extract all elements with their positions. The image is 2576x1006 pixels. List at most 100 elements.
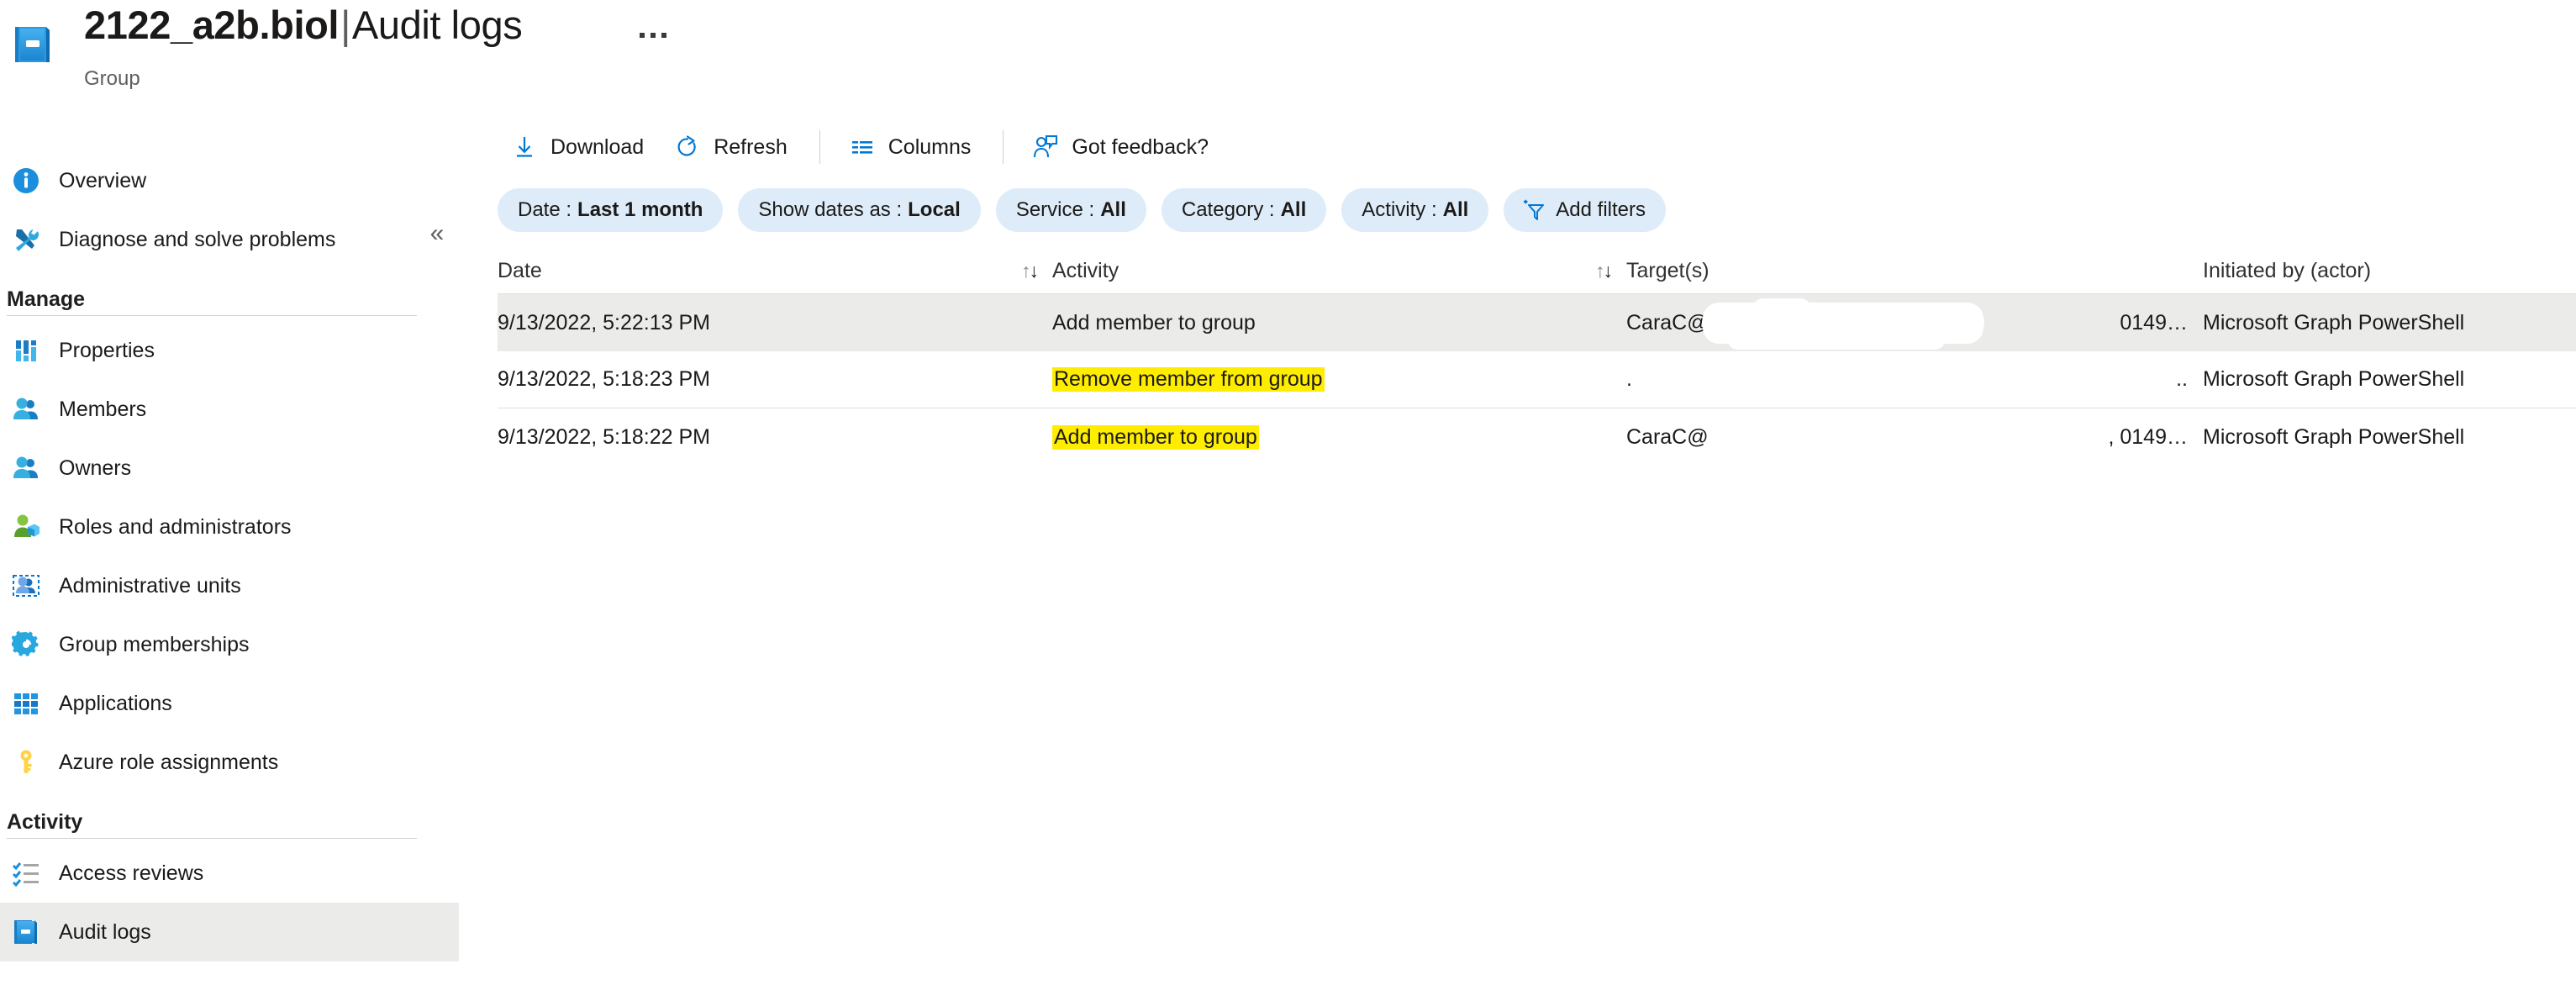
- sidebar-item-label: Group memberships: [59, 632, 250, 656]
- properties-icon: [7, 331, 45, 370]
- sidebar-item-label: Access reviews: [59, 861, 204, 885]
- access-reviews-icon: [7, 854, 45, 893]
- cell-activity: Add member to group: [1052, 310, 1256, 334]
- sidebar-section-activity: Activity: [7, 810, 83, 834]
- audit-logs-table: Date ↑↓ Activity ↑↓ Target(s) Initiated …: [498, 249, 2576, 466]
- toolbar-divider: [819, 130, 820, 164]
- cell-date: 9/13/2022, 5:18:22 PM: [498, 424, 710, 449]
- wrench-screwdriver-icon: [7, 220, 45, 259]
- columns-icon: [847, 132, 877, 162]
- more-options-button[interactable]: [632, 18, 674, 52]
- add-filters-button[interactable]: Add filters: [1504, 188, 1666, 232]
- owners-icon: [7, 449, 45, 487]
- sidebar-item-members[interactable]: Members: [0, 380, 459, 439]
- main-content: Download Refresh Columns Got feedback? D…: [459, 101, 2576, 1006]
- filter-pill-value: Last 1 month: [577, 198, 703, 221]
- applications-grid-icon: [7, 684, 45, 723]
- cell-targets: CaraC@ , 0149…: [1626, 425, 2203, 450]
- sort-arrow-up: ↑: [1595, 260, 1604, 282]
- add-filters-label: Add filters: [1556, 198, 1646, 221]
- filter-pill-key: Activity :: [1362, 198, 1437, 221]
- sidebar-item-owners[interactable]: Owners: [0, 439, 459, 498]
- cell-target-left: .: [1626, 367, 1632, 391]
- column-header-label: Initiated by (actor): [2203, 259, 2372, 282]
- cell-targets: . ..: [1626, 367, 2203, 392]
- group-book-icon: [12, 24, 52, 66]
- cell-initiated-by: Microsoft Graph PowerShell: [2203, 424, 2465, 449]
- columns-button[interactable]: Columns: [835, 124, 983, 171]
- cell-activity: Add member to group: [1052, 424, 1626, 450]
- sidebar-item-label: Properties: [59, 338, 155, 362]
- sort-icon[interactable]: ↑↓: [1021, 260, 1039, 282]
- ellipsis-dot: [640, 33, 645, 38]
- sidebar-item-audit-logs[interactable]: Audit logs: [0, 903, 459, 961]
- cell-target-left: CaraC@: [1626, 424, 1709, 449]
- cell-date: 9/13/2022, 5:18:23 PM: [498, 367, 710, 391]
- filter-pill-category[interactable]: Category : All: [1161, 188, 1327, 232]
- filter-pill-key: Show dates as :: [758, 198, 903, 221]
- page-subtitle: Group: [84, 67, 140, 90]
- column-header-date[interactable]: Date ↑↓: [498, 259, 1052, 283]
- filter-pill-value: All: [1280, 198, 1307, 221]
- sidebar: « Overview Diagnose and solve problems M…: [0, 101, 459, 1006]
- toolbar: Download Refresh Columns Got feedback?: [498, 121, 1225, 173]
- refresh-icon: [672, 132, 703, 162]
- column-header-label: Activity: [1052, 259, 1119, 282]
- download-button[interactable]: Download: [498, 124, 656, 171]
- audit-logs-book-icon: [7, 913, 45, 951]
- filter-pill-activity[interactable]: Activity : All: [1341, 188, 1489, 232]
- page-title: 2122_a2b.biol|Audit logs: [84, 2, 523, 48]
- column-header-label: Target(s): [1626, 259, 1709, 282]
- column-header-targets[interactable]: Target(s): [1626, 259, 2203, 283]
- cell-initiated-by: Microsoft Graph PowerShell: [2203, 367, 2465, 391]
- ellipsis-dot: [661, 33, 666, 38]
- ellipsis-dot: [651, 33, 656, 38]
- sidebar-item-applications[interactable]: Applications: [0, 674, 459, 733]
- key-icon: [7, 743, 45, 782]
- sidebar-item-diagnose-and-solve-problems[interactable]: Diagnose and solve problems: [0, 210, 459, 269]
- sidebar-item-label: Members: [59, 397, 147, 421]
- filter-pill-service[interactable]: Service : All: [995, 188, 1146, 232]
- administrative-units-icon: [7, 566, 45, 605]
- cell-activity-highlighted: Remove member from group: [1052, 367, 1325, 392]
- page-title-separator: |: [340, 3, 350, 47]
- sort-icon[interactable]: ↑↓: [1595, 260, 1613, 282]
- sidebar-item-label: Applications: [59, 691, 172, 715]
- sidebar-item-azure-role-assignments[interactable]: Azure role assignments: [0, 733, 459, 792]
- table-row[interactable]: 9/13/2022, 5:18:23 PM Remove member from…: [498, 351, 2576, 408]
- sidebar-divider: [7, 838, 417, 839]
- filter-bar: Date : Last 1 month Show dates as : Loca…: [498, 188, 1681, 232]
- cell-target-right: ..: [2176, 367, 2188, 391]
- sidebar-item-properties[interactable]: Properties: [0, 321, 459, 380]
- page-header: 2122_a2b.biol|Audit logs Group: [0, 0, 2576, 101]
- refresh-button[interactable]: Refresh: [661, 124, 799, 171]
- sidebar-divider: [7, 315, 417, 316]
- column-header-activity[interactable]: Activity ↑↓: [1052, 259, 1626, 283]
- sidebar-item-administrative-units[interactable]: Administrative units: [0, 556, 459, 615]
- page-title-rest: Audit logs: [351, 3, 523, 47]
- page-title-main: 2122_a2b.biol: [84, 3, 340, 47]
- sidebar-item-access-reviews[interactable]: Access reviews: [0, 844, 459, 903]
- column-header-initiated-by[interactable]: Initiated by (actor): [2203, 259, 2576, 283]
- feedback-person-icon: [1030, 132, 1061, 162]
- cell-activity-highlighted: Add member to group: [1052, 424, 1259, 450]
- filter-pill-key: Date :: [518, 198, 572, 221]
- sidebar-item-label: Audit logs: [59, 919, 151, 944]
- filter-pill-value: All: [1442, 198, 1469, 221]
- sidebar-item-label: Administrative units: [59, 573, 241, 598]
- members-icon: [7, 390, 45, 429]
- sidebar-item-overview[interactable]: Overview: [0, 151, 459, 210]
- table-row[interactable]: 9/13/2022, 5:18:22 PM Add member to grou…: [498, 408, 2576, 466]
- sidebar-item-roles-and-administrators[interactable]: Roles and administrators: [0, 498, 459, 556]
- filter-pill-show-dates-as[interactable]: Show dates as : Local: [738, 188, 981, 232]
- columns-button-label: Columns: [888, 134, 972, 159]
- sidebar-section-manage: Manage: [7, 287, 86, 311]
- sidebar-item-group-memberships[interactable]: Group memberships: [0, 615, 459, 674]
- refresh-button-label: Refresh: [714, 134, 788, 159]
- filter-pill-date[interactable]: Date : Last 1 month: [498, 188, 724, 232]
- sort-arrow-up: ↑: [1021, 260, 1030, 282]
- got-feedback-button[interactable]: Got feedback?: [1019, 124, 1220, 171]
- download-icon: [509, 132, 540, 162]
- table-row[interactable]: 9/13/2022, 5:22:13 PM Add member to grou…: [498, 294, 2576, 351]
- audit-logs-page: 2122_a2b.biol|Audit logs Group « Overvie…: [0, 0, 2576, 1006]
